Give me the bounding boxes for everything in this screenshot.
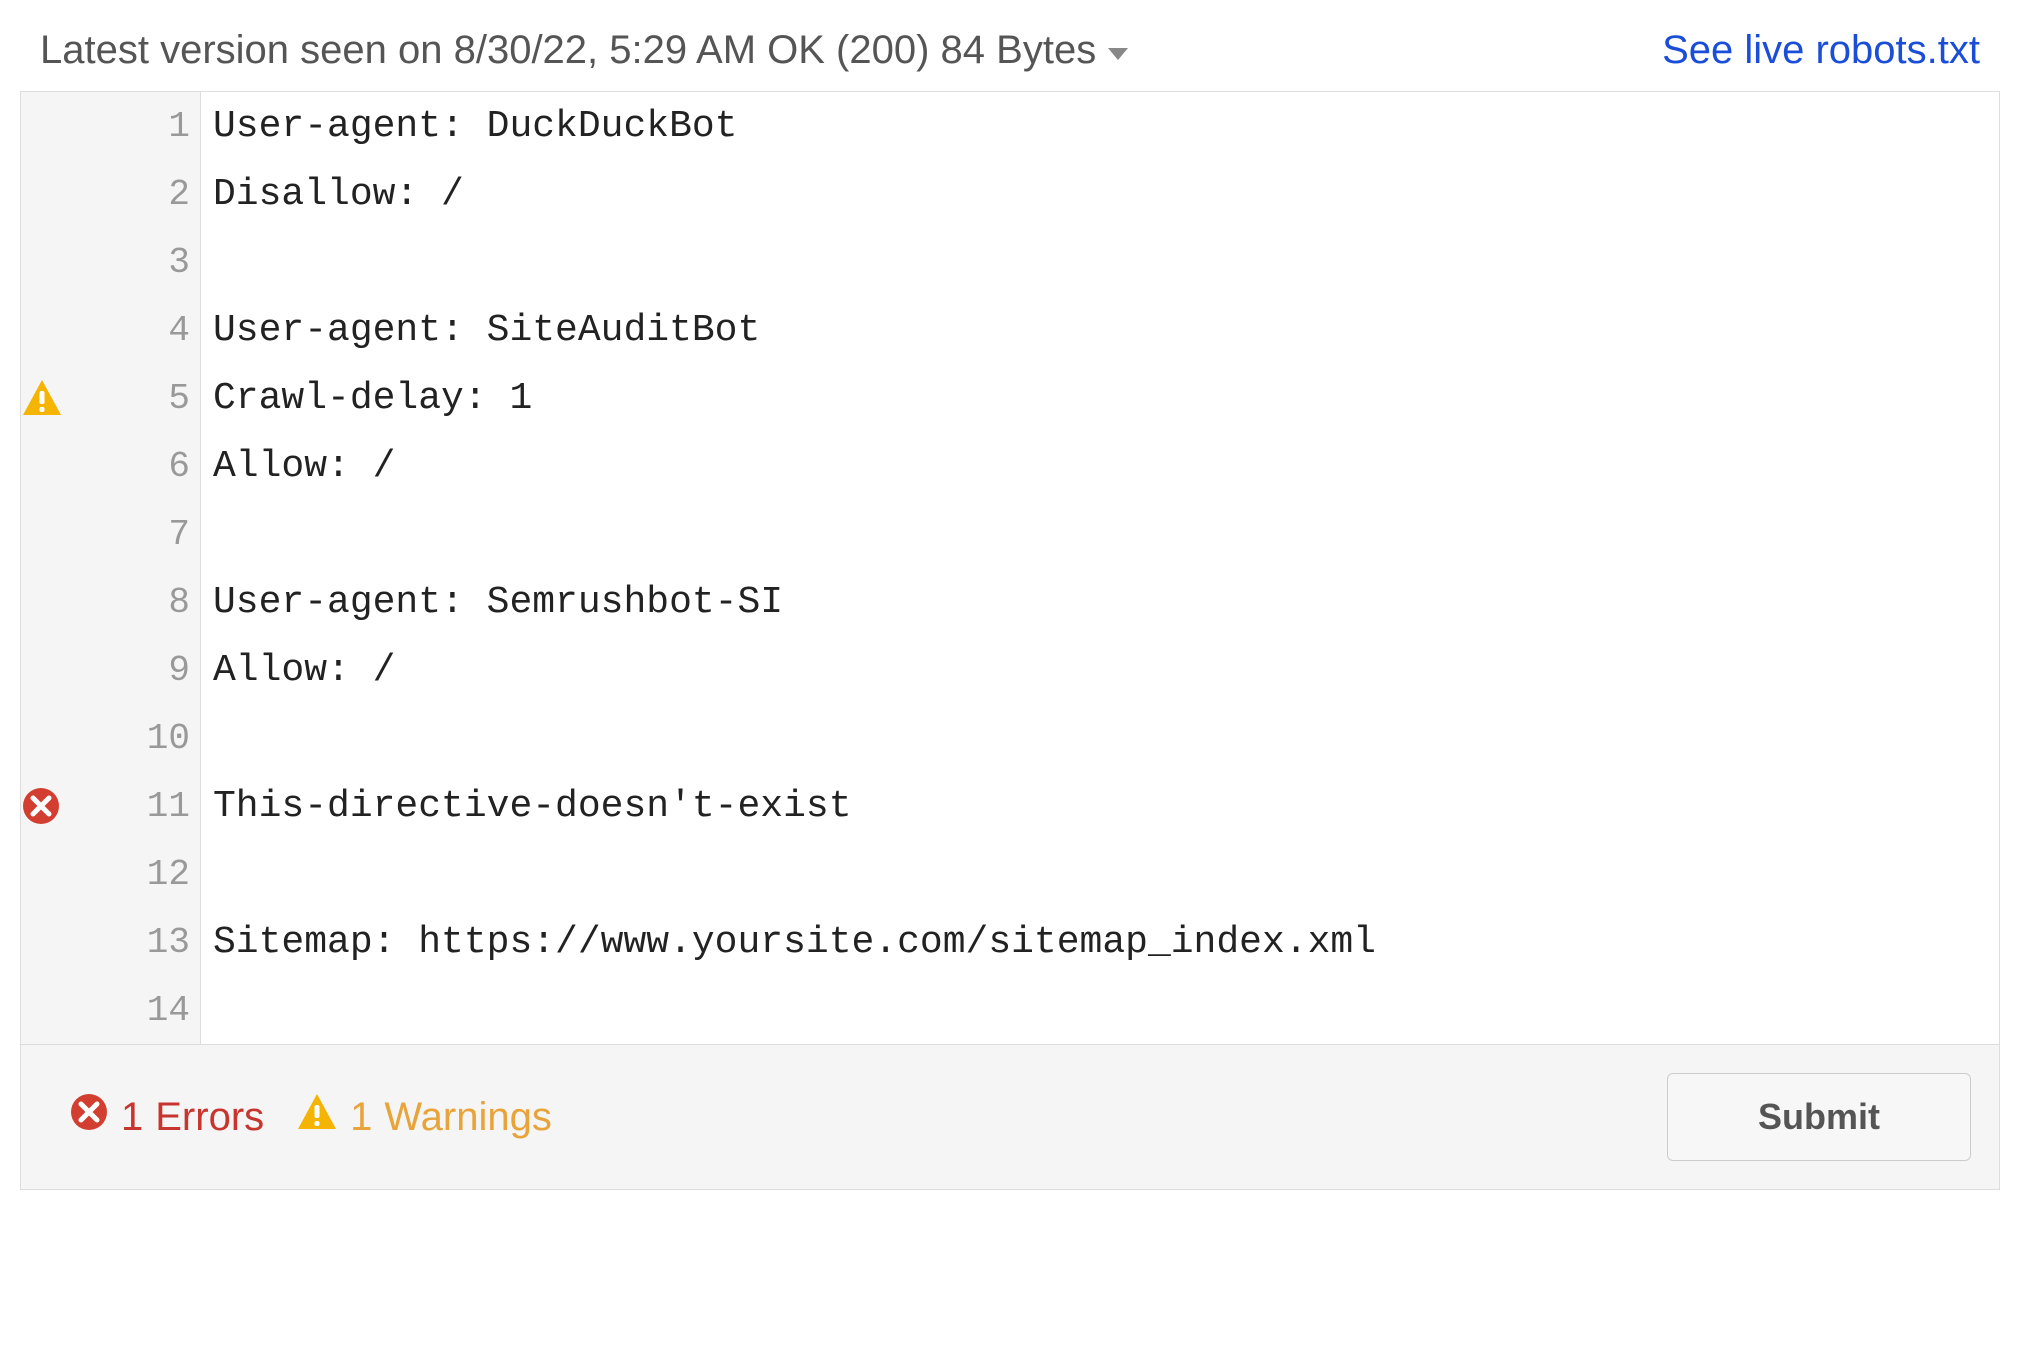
code-line[interactable]: User-agent: DuckDuckBot — [213, 92, 1999, 160]
code-line[interactable]: Disallow: / — [213, 160, 1999, 228]
submit-button[interactable]: Submit — [1667, 1073, 1971, 1161]
warning-label: Warnings — [384, 1095, 551, 1140]
gutter-row: 9 — [21, 636, 200, 704]
line-number: 13 — [147, 922, 190, 963]
header-bar: Latest version seen on 8/30/22, 5:29 AM … — [20, 20, 2000, 91]
code-line[interactable]: Allow: / — [213, 636, 1999, 704]
gutter-row: 4 — [21, 296, 200, 364]
code-line[interactable]: This-directive-doesn't-exist — [213, 772, 1999, 840]
gutter-row: 5 — [21, 364, 200, 432]
line-number: 7 — [168, 514, 190, 555]
code-line[interactable] — [213, 840, 1999, 908]
code-line[interactable] — [213, 228, 1999, 296]
summary: 1 Errors 1 Warnings — [69, 1091, 552, 1143]
code-line[interactable]: Allow: / — [213, 432, 1999, 500]
line-number: 2 — [168, 174, 190, 215]
line-number: 12 — [147, 854, 190, 895]
code-area: 1234567891011121314 User-agent: DuckDuck… — [21, 92, 1999, 1044]
code-line[interactable] — [213, 500, 1999, 568]
gutter-row: 8 — [21, 568, 200, 636]
gutter-row: 7 — [21, 500, 200, 568]
gutter-row: 10 — [21, 704, 200, 772]
code-column[interactable]: User-agent: DuckDuckBotDisallow: / User-a… — [201, 92, 1999, 1044]
error-icon — [21, 786, 61, 826]
chevron-down-icon — [1108, 48, 1128, 60]
line-number: 11 — [147, 786, 190, 827]
line-number: 6 — [168, 446, 190, 487]
version-label: Latest version seen on 8/30/22, 5:29 AM … — [40, 28, 1096, 73]
gutter-row: 1 — [21, 92, 200, 160]
line-number: 5 — [168, 378, 190, 419]
see-live-link[interactable]: See live robots.txt — [1662, 28, 1980, 73]
error-count: 1 — [121, 1095, 143, 1140]
warning-summary[interactable]: 1 Warnings — [296, 1091, 552, 1143]
version-dropdown[interactable]: Latest version seen on 8/30/22, 5:29 AM … — [40, 28, 1128, 73]
editor-panel: 1234567891011121314 User-agent: DuckDuck… — [20, 91, 2000, 1190]
line-number: 4 — [168, 310, 190, 351]
gutter-row: 11 — [21, 772, 200, 840]
warning-icon — [296, 1091, 338, 1143]
error-icon — [69, 1092, 109, 1142]
footer-bar: 1 Errors 1 Warnings Submit — [21, 1044, 1999, 1189]
code-line[interactable]: User-agent: Semrushbot-SI — [213, 568, 1999, 636]
warning-icon — [21, 377, 63, 419]
gutter-row: 13 — [21, 908, 200, 976]
line-number: 10 — [147, 718, 190, 759]
gutter-row: 3 — [21, 228, 200, 296]
warning-count: 1 — [350, 1095, 372, 1140]
error-label: Errors — [155, 1095, 264, 1140]
line-number: 8 — [168, 582, 190, 623]
gutter-row: 14 — [21, 976, 200, 1044]
line-number: 14 — [147, 990, 190, 1031]
gutter-row: 2 — [21, 160, 200, 228]
line-number: 3 — [168, 242, 190, 283]
error-summary[interactable]: 1 Errors — [69, 1092, 264, 1142]
gutter-row: 12 — [21, 840, 200, 908]
code-line[interactable] — [213, 704, 1999, 772]
gutter: 1234567891011121314 — [21, 92, 201, 1044]
code-line[interactable]: Sitemap: https://www.yoursite.com/sitema… — [213, 908, 1999, 976]
code-line[interactable] — [213, 976, 1999, 1044]
line-number: 1 — [168, 106, 190, 147]
gutter-row: 6 — [21, 432, 200, 500]
line-number: 9 — [168, 650, 190, 691]
code-line[interactable]: Crawl-delay: 1 — [213, 364, 1999, 432]
code-line[interactable]: User-agent: SiteAuditBot — [213, 296, 1999, 364]
